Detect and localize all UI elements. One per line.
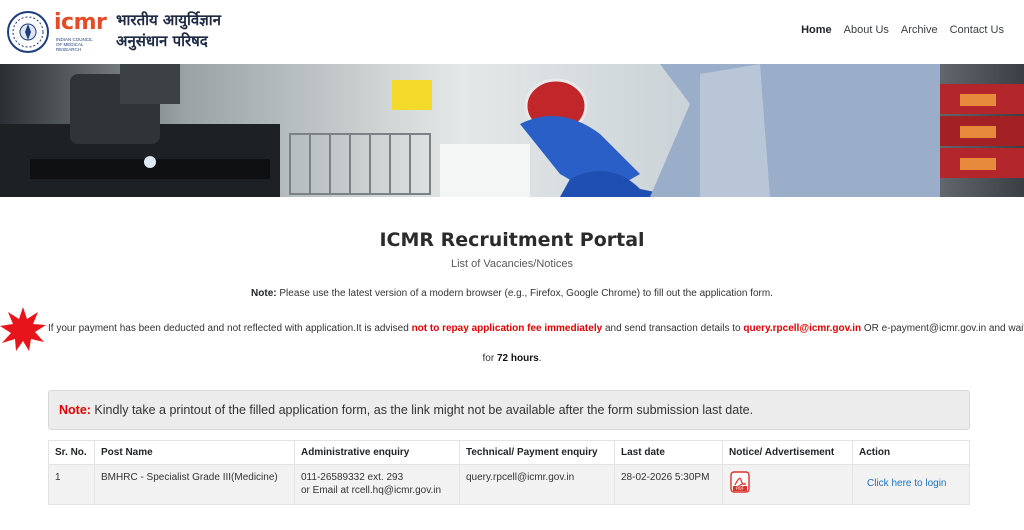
nav-about-us[interactable]: About Us [844, 24, 889, 36]
col-header-admin-enquiry: Administrative enquiry [294, 440, 460, 465]
cell-post-name: BMHRC - Specialist Grade III(Medicine) [94, 464, 295, 505]
table-row: 1 BMHRC - Specialist Grade III(Medicine)… [48, 464, 970, 505]
main-nav: Home About Us Archive Contact Us [801, 24, 1004, 36]
payment-wait-hours: 72 hours [496, 353, 539, 364]
cell-last-date: 28-02-2026 5:30PM [614, 464, 723, 505]
brand-name: icmr [54, 10, 107, 35]
nav-home[interactable]: Home [801, 24, 832, 36]
payment-notice-line2: for 72 hours. [0, 353, 1024, 364]
vacancy-table: Sr. No. Post Name Administrative enquiry… [48, 440, 970, 505]
payment-email-link[interactable]: query.rpcell@icmr.gov.in [743, 323, 861, 334]
cell-tech-enquiry: query.rpcell@icmr.gov.in [459, 464, 615, 505]
payment-text-3: OR e-payment@icmr.gov.in and wait [861, 323, 1024, 334]
pdf-icon[interactable]: PDF [729, 471, 751, 493]
col-header-post-name: Post Name [94, 440, 295, 465]
nav-archive[interactable]: Archive [901, 24, 938, 36]
admin-phone: 011-26589332 ext. 293 [301, 472, 404, 483]
table-header-row: Sr. No. Post Name Administrative enquiry… [48, 440, 970, 465]
nav-contact-us[interactable]: Contact Us [950, 24, 1004, 36]
hindi-name-line2: अनुसंधान परिषद [116, 32, 208, 50]
payment-warning: not to repay application fee immediately [411, 323, 603, 334]
lab-banner-image [0, 64, 1024, 197]
site-header: icmr INDIAN COUNCIL OF MEDICAL RESEARCH … [0, 0, 1024, 64]
page-subtitle: List of Vacancies/Notices [450, 258, 574, 270]
col-header-sr-no: Sr. No. [48, 440, 95, 465]
printout-alert: Note: Kindly take a printout of the fill… [48, 390, 970, 430]
col-header-tech-enquiry: Technical/ Payment enquiry [459, 440, 615, 465]
emblem-icon [7, 11, 49, 53]
new-burst-icon [0, 307, 46, 351]
icmr-logo[interactable]: icmr INDIAN COUNCIL OF MEDICAL RESEARCH … [4, 6, 222, 56]
login-link[interactable]: Click here to login [867, 477, 946, 490]
browser-note-text: Please use the latest version of a moder… [276, 288, 773, 299]
alert-label: Note: [59, 403, 91, 417]
svg-text:PDF: PDF [736, 486, 744, 491]
cell-sr-no: 1 [48, 464, 95, 505]
alert-text: Kindly take a printout of the filled app… [90, 403, 754, 417]
cell-action: Click here to login [852, 464, 970, 505]
brand-text: icmr [54, 10, 107, 35]
payment-notice-line1: If your payment has been deducted and no… [48, 323, 1024, 334]
payment-text-5: . [538, 353, 542, 364]
browser-note-label: Note: [251, 288, 277, 299]
browser-note: Note: Please use the latest version of a… [0, 288, 1024, 299]
col-header-last-date: Last date [614, 440, 723, 465]
payment-text-4: for [482, 353, 497, 364]
hindi-name-line1: भारतीय आयुर्विज्ञान [116, 11, 222, 29]
col-header-notice: Notice/ Advertisement [722, 440, 853, 465]
col-header-action: Action [852, 440, 970, 465]
payment-text-1: If your payment has been deducted and no… [48, 323, 412, 334]
page-title: ICMR Recruitment Portal [379, 229, 645, 251]
payment-text-2: and send transaction details to [602, 323, 744, 334]
hero-banner [0, 64, 1024, 197]
brand-subtitle: INDIAN COUNCIL OF MEDICAL RESEARCH [56, 37, 93, 52]
cell-admin-enquiry: 011-26589332 ext. 293 or Email at rcell.… [294, 464, 460, 505]
admin-email: or Email at rcell.hq@icmr.gov.in [301, 485, 442, 496]
cell-notice: PDF [722, 464, 853, 505]
